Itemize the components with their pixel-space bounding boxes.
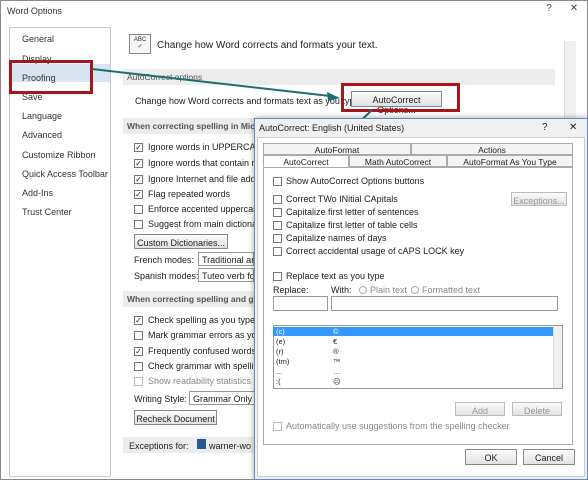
ok-button[interactable]: OK xyxy=(465,449,517,465)
list-item[interactable]: (r) ® xyxy=(273,347,555,356)
tab-autocorrect[interactable]: AutoCorrect xyxy=(263,155,349,167)
checkbox-show-buttons[interactable] xyxy=(273,177,282,186)
checkbox-cap-days[interactable] xyxy=(273,234,282,243)
option-cap-days: Capitalize names of days xyxy=(286,233,387,243)
list-item[interactable]: (c) © xyxy=(273,327,555,336)
dialog-help-icon[interactable]: ? xyxy=(542,122,548,133)
option-replace-as-type: Replace text as you type xyxy=(286,271,385,281)
add-button[interactable]: Add xyxy=(455,402,505,416)
option-caps-lock: Correct accidental usage of cAPS LOCK ke… xyxy=(286,246,465,256)
with-input[interactable] xyxy=(331,296,558,311)
tab-autoformat-as-you-type[interactable]: AutoFormat As You Type xyxy=(447,155,573,167)
plain-text-label: Plain text xyxy=(370,285,408,295)
with-label: With: xyxy=(331,285,352,295)
replace-label: Replace: xyxy=(273,285,309,295)
list-item[interactable]: (tm) ™ xyxy=(273,357,555,366)
tab-autoformat[interactable]: AutoFormat xyxy=(263,143,411,155)
radio-plain-text[interactable] xyxy=(359,286,367,294)
option-show-buttons: Show AutoCorrect Options buttons xyxy=(286,176,425,186)
checkbox-cap-sentences[interactable] xyxy=(273,208,282,217)
list-item[interactable]: ...… xyxy=(273,367,555,376)
tab-math-autocorrect[interactable]: Math AutoCorrect xyxy=(349,155,447,167)
delete-button[interactable]: Delete xyxy=(512,402,562,416)
cancel-button[interactable]: Cancel xyxy=(523,449,575,465)
arrowhead-1 xyxy=(327,92,340,101)
checkbox-correct-two-initial[interactable] xyxy=(273,195,282,204)
formatted-text-label: Formatted text xyxy=(422,285,481,295)
radio-formatted-text[interactable] xyxy=(411,286,419,294)
checkbox-cap-table-cells[interactable] xyxy=(273,221,282,230)
option-auto-suggest: Automatically use suggestions from the s… xyxy=(286,421,510,431)
option-cap-sentences: Capitalize first letter of sentences xyxy=(286,207,419,217)
exceptions-button[interactable]: Exceptions... xyxy=(511,192,567,206)
arrow-to-autocorrect-button xyxy=(91,68,331,97)
dialog-title: AutoCorrect: English (United States) xyxy=(259,123,405,133)
list-item[interactable]: :(☹ xyxy=(273,377,555,386)
autocorrect-dialog: AutoCorrect: English (United States) ? ✕… xyxy=(254,118,588,480)
checkbox-caps-lock[interactable] xyxy=(273,247,282,256)
option-correct-two-initial: Correct TWo INitial CApitals xyxy=(286,194,398,204)
checkbox-auto-suggest[interactable] xyxy=(273,422,282,431)
tab-actions[interactable]: Actions xyxy=(411,143,573,155)
list-item[interactable]: (e) € xyxy=(273,337,555,346)
dialog-close-icon[interactable]: ✕ xyxy=(569,122,577,133)
replace-input[interactable] xyxy=(273,296,328,311)
list-scrollbar[interactable] xyxy=(553,326,562,388)
checkbox-replace-as-type[interactable] xyxy=(273,272,282,281)
option-cap-table-cells: Capitalize first letter of table cells xyxy=(286,220,418,230)
